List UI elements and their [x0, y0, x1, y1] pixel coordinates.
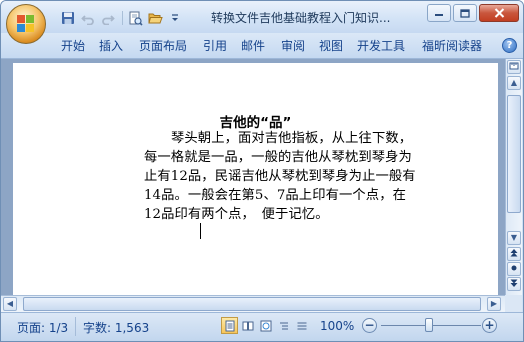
word-count[interactable]: 字数: 1,563 [83, 319, 149, 336]
tab-references[interactable]: 引用 [203, 37, 227, 54]
text-cursor [200, 223, 201, 239]
tab-view[interactable]: 视图 [319, 37, 343, 54]
next-page-icon[interactable] [507, 277, 521, 291]
draft-view-icon[interactable] [293, 317, 310, 334]
print-preview-icon[interactable] [126, 9, 144, 27]
help-icon[interactable]: ? [502, 38, 517, 53]
status-separator [75, 317, 76, 336]
window-controls [425, 4, 519, 22]
page-indicator[interactable]: 页面: 1/3 [17, 319, 68, 336]
save-icon[interactable] [59, 9, 77, 27]
maximize-button[interactable] [453, 4, 477, 22]
document-heading: 吉他的“品” [219, 115, 292, 131]
redo-icon[interactable] [99, 9, 117, 27]
tab-review[interactable]: 审阅 [281, 37, 305, 54]
full-screen-reading-view-icon[interactable] [239, 317, 256, 334]
vertical-scroll-thumb[interactable] [507, 95, 521, 213]
document-page[interactable]: 吉他的“品” 琴头朝上，面对吉他指板，从上往下数，每一格就是一品，一般的吉他从琴… [13, 63, 498, 295]
tab-home[interactable]: 开始 [61, 37, 85, 54]
scroll-up-arrow-icon[interactable]: ▲ [507, 76, 521, 90]
quick-access-toolbar [59, 8, 186, 28]
ribbon-tabs: 开始 插入 页面布局 引用 邮件 审阅 视图 开发工具 福昕阅读器 ? [1, 33, 523, 59]
scroll-left-arrow-icon[interactable]: ◀ [3, 297, 17, 311]
horizontal-scroll-thumb[interactable] [23, 297, 481, 311]
title-bar: 转换文件吉他基础教程入门知识... [1, 1, 523, 33]
ruler-toggle-icon[interactable] [507, 60, 521, 74]
window-title: 转换文件吉他基础教程入门知识... [211, 11, 391, 25]
close-button[interactable] [479, 4, 519, 22]
tab-mailings[interactable]: 邮件 [241, 37, 265, 54]
status-bar: 页面: 1/3 字数: 1,563 100% − + [1, 312, 523, 341]
horizontal-scrollbar[interactable]: ◀ ▶ [1, 295, 505, 312]
outline-view-icon[interactable] [275, 317, 292, 334]
zoom-out-button[interactable]: − [362, 318, 377, 333]
minimize-button[interactable] [427, 4, 451, 22]
zoom-level[interactable]: 100% [320, 319, 354, 333]
scroll-down-arrow-icon[interactable]: ▼ [507, 231, 521, 245]
tab-page-layout[interactable]: 页面布局 [139, 37, 187, 54]
document-area: 吉他的“品” 琴头朝上，面对吉他指板，从上往下数，每一格就是一品，一般的吉他从琴… [1, 59, 505, 295]
scroll-right-arrow-icon[interactable]: ▶ [487, 297, 501, 311]
word-window: 转换文件吉他基础教程入门知识... 开始 插入 页面布局 引用 邮件 审阅 视图… [0, 0, 524, 342]
tab-foxit-reader[interactable]: 福昕阅读器 [422, 37, 482, 54]
zoom-slider-thumb[interactable] [425, 318, 433, 332]
tab-insert[interactable]: 插入 [99, 37, 123, 54]
toolbar-separator [122, 11, 123, 25]
office-button[interactable] [6, 4, 46, 44]
tab-developer[interactable]: 开发工具 [357, 37, 405, 54]
zoom-in-button[interactable]: + [482, 318, 497, 333]
document-paragraph: 琴头朝上，面对吉他指板，从上往下数，每一格就是一品，一般的吉他从琴枕到琴身为止有… [144, 131, 416, 222]
view-buttons [221, 317, 311, 334]
open-icon[interactable] [146, 9, 164, 27]
undo-icon[interactable] [79, 9, 97, 27]
office-logo-icon [17, 15, 35, 33]
web-layout-view-icon[interactable] [257, 317, 274, 334]
select-browse-object-icon[interactable] [507, 262, 521, 276]
previous-page-icon[interactable] [507, 247, 521, 261]
scrollbar-corner [505, 295, 522, 312]
print-layout-view-icon[interactable] [221, 317, 238, 334]
customize-icon[interactable] [166, 9, 184, 27]
vertical-scrollbar[interactable]: ▲ ▼ [505, 59, 522, 295]
